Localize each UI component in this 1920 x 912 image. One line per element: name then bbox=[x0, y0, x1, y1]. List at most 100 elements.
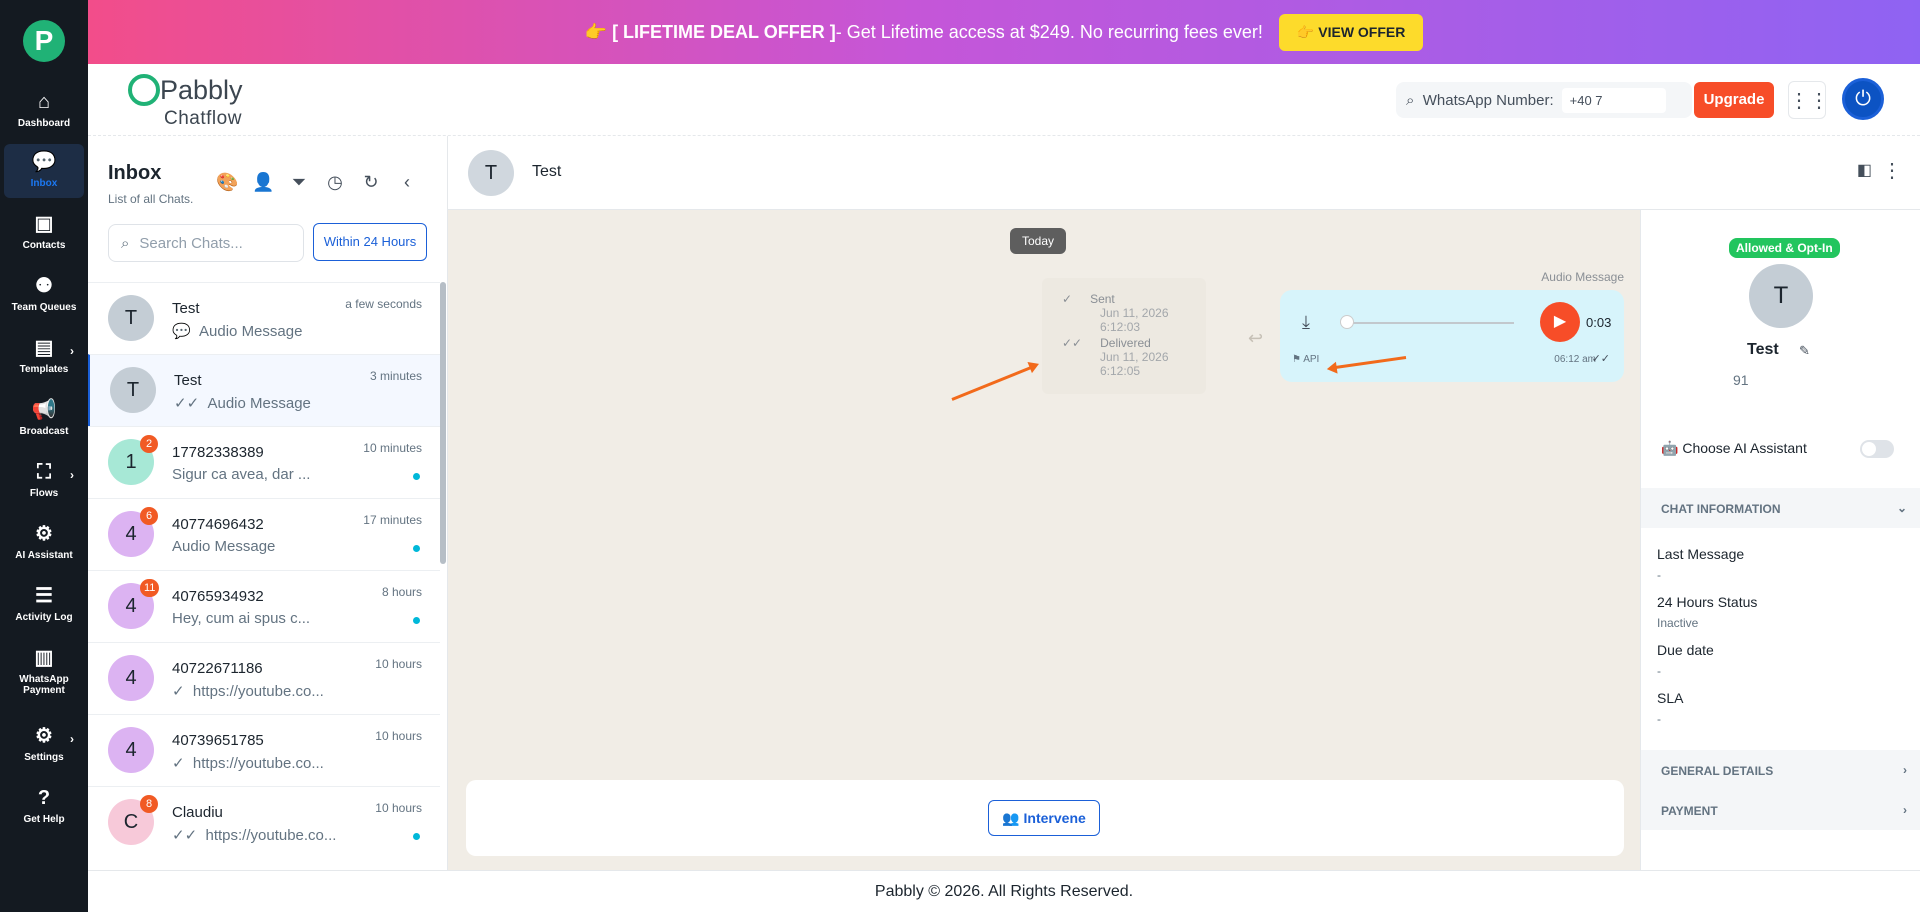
payment-section[interactable]: PAYMENT › bbox=[1641, 790, 1920, 830]
chat-last-message: ✓ https://youtube.co... bbox=[172, 755, 324, 772]
refresh-icon[interactable]: ↻ bbox=[360, 172, 382, 193]
top-header: Pabbly Chatflow ⌕ WhatsApp Number: +40 7… bbox=[88, 64, 1920, 136]
side-navigation: P ⌂ Dashboard 💬 Inbox ▣ Contacts ⚉ Team Queu… bbox=[0, 0, 88, 912]
nav-inbox[interactable]: 💬 Inbox bbox=[4, 144, 84, 198]
inbox-subtitle: List of all Chats. bbox=[108, 192, 194, 206]
sent-time: Jun 11, 2026 6:12:03 bbox=[1100, 306, 1169, 334]
chat-list-item[interactable]: T Test ✓✓ Audio Message 3 minutes bbox=[88, 354, 440, 426]
within-24-hours-filter[interactable]: Within 24 Hours bbox=[313, 223, 427, 261]
home-icon: ⌂ bbox=[37, 91, 51, 113]
chat-time: 10 hours bbox=[375, 801, 422, 815]
unread-dot bbox=[413, 545, 420, 552]
nav-ai-assistant[interactable]: ⚙ AI Assistant bbox=[4, 516, 84, 570]
contact-phone: 91 bbox=[1733, 372, 1749, 388]
audio-progress-track[interactable] bbox=[1342, 322, 1514, 324]
chat-list-scrollbar[interactable] bbox=[440, 282, 446, 564]
download-icon[interactable]: ⤓ bbox=[1302, 312, 1310, 333]
palette-icon[interactable]: 🎨 bbox=[216, 172, 238, 193]
due-date-value: - bbox=[1657, 664, 1661, 678]
chat-header: T Test ◧ ⋮ bbox=[448, 136, 1920, 210]
annotation-arrow bbox=[951, 364, 1037, 401]
search-chats-input[interactable]: ⌕ Search Chats... bbox=[108, 224, 304, 262]
view-offer-button[interactable]: 👉 VIEW OFFER bbox=[1278, 13, 1424, 51]
nav-settings[interactable]: ⚙ Settings › bbox=[4, 718, 84, 772]
chat-list-item[interactable]: C 8 Claudiu ✓✓ https://youtube.co... 10 hour… bbox=[88, 786, 440, 858]
chat-time: 10 hours bbox=[375, 729, 422, 743]
ai-assistant-toggle[interactable] bbox=[1860, 440, 1894, 458]
robot-icon: 🤖 bbox=[1661, 440, 1679, 456]
unread-dot bbox=[413, 473, 420, 480]
nav-activity-log[interactable]: ☰ Activity Log bbox=[4, 578, 84, 632]
contact-name: Test bbox=[1747, 341, 1779, 358]
whatsapp-number-selector[interactable]: ⌕ WhatsApp Number: +40 7 bbox=[1396, 82, 1692, 118]
avatar: T bbox=[468, 150, 514, 196]
history-icon[interactable]: ◷ bbox=[324, 172, 346, 193]
edit-pencil-icon[interactable]: ✎ bbox=[1799, 343, 1810, 359]
compose-area: 👥 Intervene bbox=[466, 780, 1624, 856]
chat-list-item[interactable]: 4 6 40774696432 Audio Message 17 minutes bbox=[88, 498, 440, 570]
chat-last-message: Audio Message bbox=[172, 538, 276, 555]
collapse-chevron-icon[interactable]: ‹ bbox=[396, 172, 418, 193]
team-icon: ⚉ bbox=[35, 275, 53, 297]
account-power-icon[interactable]: ⏻ bbox=[1842, 78, 1884, 120]
chat-time: a few seconds bbox=[345, 297, 422, 311]
nav-broadcast[interactable]: 📢 Broadcast bbox=[4, 392, 84, 446]
chat-last-message: 💬 Audio Message bbox=[172, 323, 303, 340]
chevron-right-icon: › bbox=[1903, 803, 1907, 817]
due-date-label: Due date bbox=[1657, 642, 1714, 658]
chevron-right-icon: › bbox=[70, 468, 74, 482]
conversation-area: Today ✓ Sent Jun 11, 2026 6:12:03 ✓✓ Delive… bbox=[448, 210, 1640, 870]
nav-whatsapp-payment[interactable]: ▥ WhatsApp Payment bbox=[4, 640, 84, 706]
audio-message-label: Audio Message bbox=[1541, 270, 1624, 284]
nav-flows[interactable]: ⛶ Flows › bbox=[4, 454, 84, 508]
avatar: T bbox=[1749, 264, 1813, 328]
assign-user-icon[interactable]: 👤 bbox=[252, 172, 274, 193]
unread-badge: 8 bbox=[140, 795, 158, 813]
chat-list-item[interactable]: 4 40722671186 ✓ https://youtube.co... 10 ho… bbox=[88, 642, 440, 714]
chat-name: 17782338389 bbox=[172, 444, 264, 461]
last-message-value: - bbox=[1657, 568, 1661, 582]
sent-label: Sent bbox=[1090, 292, 1115, 306]
status-badge: Allowed & Opt-In bbox=[1729, 238, 1840, 258]
unread-badge: 6 bbox=[140, 507, 158, 525]
chat-list-item[interactable]: 1 2 17782338389 Sigur ca avea, dar ... 10 mi… bbox=[88, 426, 440, 498]
chat-time: 3 minutes bbox=[369, 369, 422, 383]
chat-information-section[interactable]: CHAT INFORMATION ⌄ bbox=[1641, 488, 1920, 528]
sla-label: SLA bbox=[1657, 690, 1684, 706]
message-status-icon: 💬 bbox=[172, 323, 191, 340]
general-details-section[interactable]: GENERAL DETAILS › bbox=[1641, 750, 1920, 790]
apps-grid-icon[interactable]: ⋮⋮ bbox=[1788, 81, 1829, 119]
chat-last-message: Hey, cum ai spus c... bbox=[172, 610, 311, 627]
nav-contacts[interactable]: ▣ Contacts bbox=[4, 206, 84, 260]
nav-dashboard[interactable]: ⌂ Dashboard bbox=[4, 84, 84, 138]
choose-ai-assistant-label: 🤖 Choose AI Assistant bbox=[1661, 440, 1807, 456]
nav-get-help[interactable]: ? Get Help bbox=[4, 780, 84, 834]
message-status-tooltip: ✓ Sent Jun 11, 2026 6:12:03 ✓✓ Delivered Jun… bbox=[1042, 278, 1206, 394]
unread-badge: 2 bbox=[140, 435, 158, 453]
whatsapp-number-label: WhatsApp Number: bbox=[1422, 91, 1554, 109]
filter-icon[interactable]: ⏷ bbox=[288, 172, 310, 193]
chat-list-item[interactable]: 4 40739651785 ✓ https://youtube.co... 10 ho… bbox=[88, 714, 440, 786]
audio-seek-handle[interactable] bbox=[1340, 315, 1354, 329]
upgrade-button[interactable]: Upgrade bbox=[1694, 82, 1774, 118]
delivered-check-icon: ✓✓ bbox=[1062, 336, 1083, 350]
reply-icon[interactable]: ↩ bbox=[1248, 328, 1263, 349]
last-message-label: Last Message bbox=[1657, 546, 1745, 562]
pabbly-logo-icon[interactable]: P bbox=[23, 20, 65, 62]
chat-last-message: Sigur ca avea, dar ... bbox=[172, 466, 311, 483]
chat-list: T Test 💬 Audio Message a few seconds T Test ✓✓… bbox=[88, 282, 440, 858]
nav-templates[interactable]: ▤ Templates › bbox=[4, 330, 84, 384]
more-options-icon[interactable]: ⋮ bbox=[1882, 158, 1902, 183]
chat-last-message: ✓ https://youtube.co... bbox=[172, 683, 324, 700]
play-button[interactable]: ▶ bbox=[1540, 302, 1580, 342]
message-status-icon: ✓✓ bbox=[172, 827, 198, 844]
chat-list-item[interactable]: 4 11 40765934932 Hey, cum ai spus c... 8 hou… bbox=[88, 570, 440, 642]
brand-logo[interactable]: Pabbly Chatflow bbox=[128, 74, 243, 129]
chat-name: 40722671186 bbox=[172, 660, 263, 677]
toggle-panel-icon[interactable]: ◧ bbox=[1857, 160, 1872, 180]
intervene-button[interactable]: 👥 Intervene bbox=[988, 800, 1100, 836]
chat-name: Test bbox=[172, 300, 200, 317]
chat-list-item[interactable]: T Test 💬 Audio Message a few seconds bbox=[88, 282, 440, 354]
nav-team-queues[interactable]: ⚉ Team Queues bbox=[4, 268, 84, 322]
chat-last-message: ✓✓ https://youtube.co... bbox=[172, 827, 337, 844]
